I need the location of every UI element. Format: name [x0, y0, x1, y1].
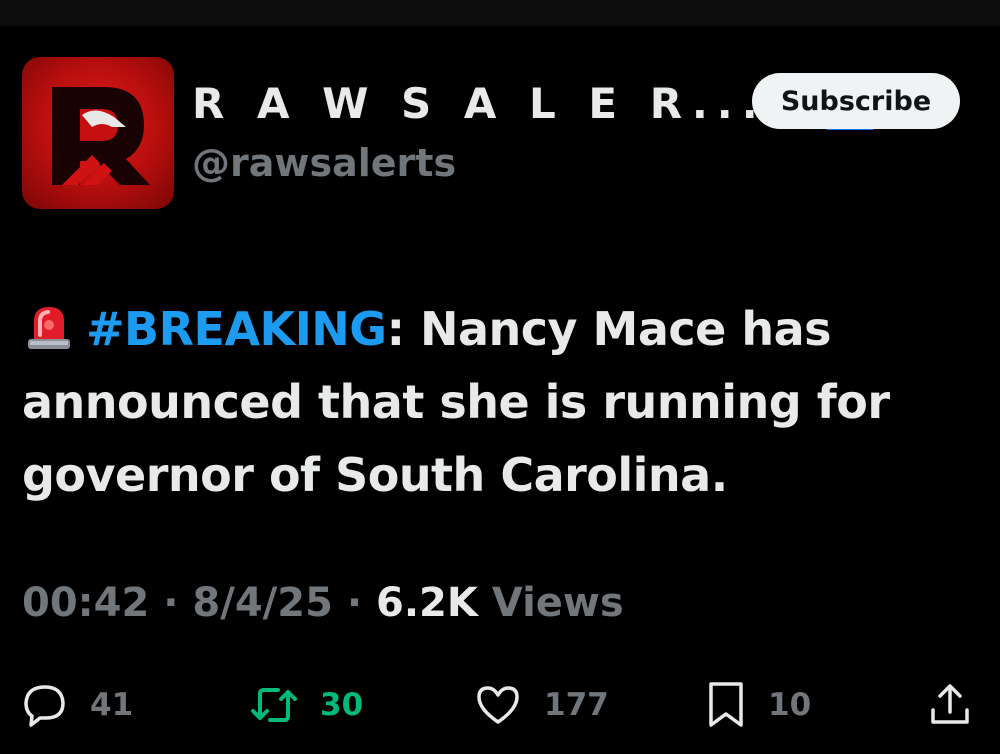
- views-label: Views: [491, 580, 624, 626]
- share-button[interactable]: [928, 680, 994, 730]
- retweet-button[interactable]: 30: [250, 680, 363, 730]
- like-button[interactable]: 177: [474, 680, 609, 730]
- hashtag-link[interactable]: #BREAKING: [86, 302, 387, 356]
- subscribe-button[interactable]: Subscribe: [752, 73, 960, 129]
- like-count: 177: [544, 687, 609, 723]
- retweet-icon: [251, 688, 297, 722]
- views-count: 6.2K: [376, 580, 478, 626]
- meta-separator: ·: [346, 580, 363, 626]
- police-siren-icon: [28, 307, 70, 349]
- tweet-text: #BREAKING: Nancy Mace has announced that…: [22, 293, 972, 512]
- display-name[interactable]: R A W S A L E R...: [192, 79, 767, 128]
- action-bar: 41 30 177 10: [22, 680, 972, 730]
- reply-icon: [24, 685, 65, 727]
- bookmark-icon: [709, 682, 743, 727]
- share-icon: [931, 684, 969, 724]
- rawsalerts-logo-icon: [52, 87, 150, 185]
- tweet-time[interactable]: 00:42: [22, 580, 149, 626]
- tweet-meta: 00:42 · 8/4/25 · 6.2K Views: [22, 580, 624, 626]
- avatar[interactable]: [22, 57, 174, 209]
- tweet-header: R A W S A L E R... @rawsalerts Subscribe: [22, 57, 978, 209]
- meta-separator: ·: [163, 580, 179, 626]
- reply-count: 41: [90, 687, 134, 723]
- retweet-count: 30: [320, 687, 364, 723]
- top-strip: [0, 0, 1000, 26]
- bookmark-count: 10: [768, 687, 812, 723]
- heart-icon: [477, 686, 519, 724]
- tweet-date[interactable]: 8/4/25: [192, 580, 333, 626]
- account-handle[interactable]: @rawsalerts: [192, 141, 456, 185]
- bookmark-button[interactable]: 10: [706, 680, 811, 730]
- reply-button[interactable]: 41: [22, 680, 133, 730]
